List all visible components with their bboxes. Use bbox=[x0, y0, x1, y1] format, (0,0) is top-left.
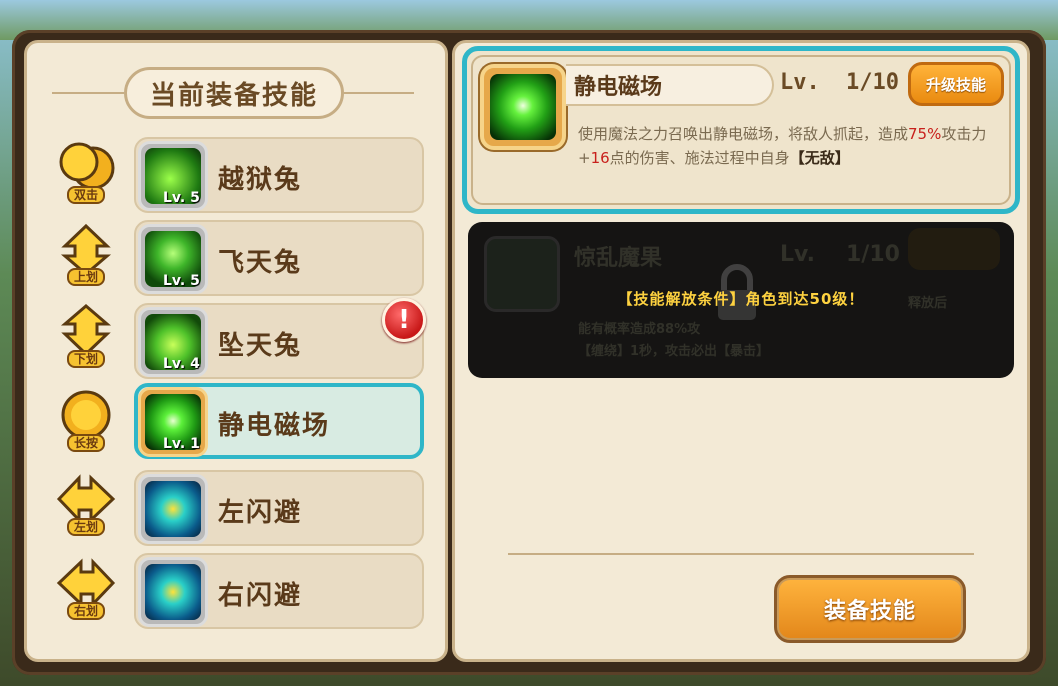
gesture-label: 双击 bbox=[66, 186, 105, 204]
desc-points: 16 bbox=[590, 149, 610, 167]
gesture-label: 下划 bbox=[66, 350, 105, 368]
equipped-skills-title: 当前装备技能 bbox=[124, 67, 344, 119]
skill-name: 静电磁场 bbox=[218, 411, 331, 441]
gesture-label: 左划 bbox=[66, 518, 105, 536]
skill-level: Lv. 1 bbox=[163, 436, 200, 452]
locked-desc-line: 能有概率造成88%攻 bbox=[578, 322, 701, 337]
skill-icon bbox=[138, 557, 208, 627]
skill-name: 越狱兔 bbox=[218, 165, 303, 195]
skill-level: Lv. 5 bbox=[163, 273, 200, 289]
gesture-swipe-right: 右划 bbox=[52, 556, 120, 628]
equip-skill-button[interactable]: 装备技能 bbox=[774, 575, 966, 643]
title-divider-left bbox=[52, 92, 124, 94]
skill-icon: Lv. 1 bbox=[138, 387, 208, 457]
skill-slot-swipe-right[interactable]: 右闪避 bbox=[134, 553, 424, 629]
gesture-label: 上划 bbox=[66, 268, 105, 286]
skill-name: 飞天兔 bbox=[218, 248, 303, 278]
unlock-condition-text: 【技能解放条件】角色到达50级！ bbox=[617, 290, 865, 308]
skill-name: 右闪避 bbox=[218, 581, 303, 611]
level-value: 1/10 bbox=[846, 70, 899, 95]
skill-slot-swipe-down[interactable]: Lv. 4 坠天兔 bbox=[134, 303, 424, 379]
gesture-label: 长按 bbox=[66, 434, 105, 452]
action-divider bbox=[508, 553, 974, 555]
locked-upgrade-button bbox=[908, 228, 1000, 270]
skill-name: 左闪避 bbox=[218, 498, 303, 528]
desc-tag: 【无敌】 bbox=[789, 149, 850, 167]
skill-level: Lv. 5 bbox=[163, 190, 200, 206]
new-skill-alert-icon[interactable]: ! bbox=[382, 298, 426, 342]
skill-icon bbox=[138, 474, 208, 544]
gesture-swipe-down: 下划 bbox=[52, 304, 120, 376]
gesture-long-press: 长按 bbox=[52, 388, 120, 460]
skill-icon: Lv. 5 bbox=[138, 224, 208, 294]
skill-slot-swipe-up[interactable]: Lv. 5 飞天兔 bbox=[134, 220, 424, 296]
skill-icon: Lv. 5 bbox=[138, 141, 208, 211]
gesture-double-tap: 双击 bbox=[52, 140, 120, 212]
skill-icon: Lv. 4 bbox=[138, 307, 208, 377]
desc-percent: 75% bbox=[908, 125, 942, 143]
selected-skill-icon bbox=[480, 64, 566, 150]
skill-description: 使用魔法之力召唤出静电磁场，将敌人抓起，造成75%攻击力+16点的伤害、施法过程… bbox=[578, 122, 1004, 170]
skill-name: 坠天兔 bbox=[218, 331, 303, 361]
locked-level-value: 1/10 bbox=[846, 242, 900, 267]
skill-level: Lv. 4 bbox=[163, 356, 200, 372]
skill-slot-long-press[interactable]: Lv. 1 静电磁场 bbox=[134, 383, 424, 459]
desc-text: 使用魔法之力召唤出静电磁场，将敌人抓起，造成 bbox=[578, 125, 909, 143]
locked-skill-card[interactable]: 惊乱魔果 Lv. 1/10 释放后 能有概率造成88%攻 【缠绕】1秒，攻击必出… bbox=[468, 222, 1014, 378]
green-sphere-icon bbox=[490, 74, 556, 140]
selected-skill-name: 静电磁场 bbox=[566, 64, 774, 106]
title-divider-right bbox=[344, 92, 414, 94]
gesture-swipe-up: 上划 bbox=[52, 222, 120, 294]
gesture-swipe-left: 左划 bbox=[52, 472, 120, 544]
locked-desc-line: 【缠绕】1秒，攻击必出【暴击】 bbox=[578, 344, 770, 359]
skill-slot-swipe-left[interactable]: 左闪避 bbox=[134, 470, 424, 546]
gesture-label: 右划 bbox=[66, 602, 105, 620]
dodge-right-icon bbox=[145, 564, 201, 620]
level-label: Lv. bbox=[780, 70, 820, 95]
locked-level-label: Lv. bbox=[780, 242, 815, 267]
dodge-left-icon bbox=[145, 481, 201, 537]
locked-skill-name: 惊乱魔果 bbox=[574, 246, 663, 271]
desc-text: 点的伤害、施法过程中自身 bbox=[609, 149, 790, 167]
skill-slot-double-tap[interactable]: Lv. 5 越狱兔 bbox=[134, 137, 424, 213]
upgrade-skill-button[interactable]: 升级技能 bbox=[908, 62, 1004, 106]
